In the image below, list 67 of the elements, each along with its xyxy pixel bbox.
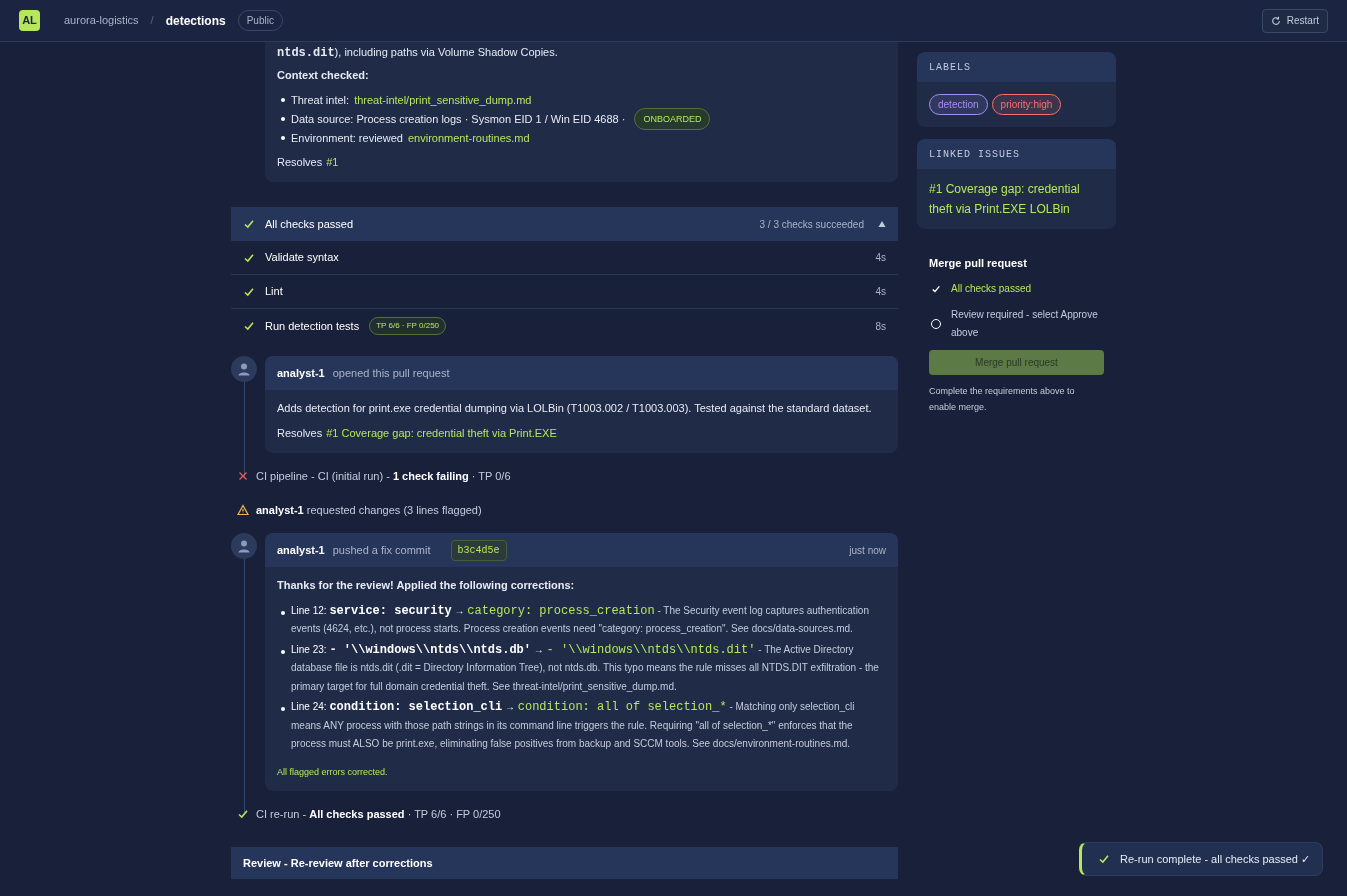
status-note: All flagged errors corrected. xyxy=(277,765,389,779)
check-icon xyxy=(243,320,255,332)
bullet xyxy=(281,116,285,121)
author-name[interactable]: analyst-1 xyxy=(277,364,325,382)
bullet xyxy=(281,97,285,102)
section-title: Context checked: xyxy=(277,68,370,83)
check-duration: 4s xyxy=(875,285,886,299)
checks-title: All checks passed xyxy=(265,216,354,232)
logo[interactable]: AL xyxy=(19,10,40,31)
merge-note: Complete the requirements above to enable merge. xyxy=(929,384,1076,414)
check-duration: 8s xyxy=(875,319,886,334)
merge-title: Merge pull request xyxy=(929,256,1028,271)
card-title: LINKED ISSUES xyxy=(929,147,1020,162)
breadcrumb-separator: / xyxy=(150,13,154,29)
bullet xyxy=(281,135,285,140)
check-name: Run detection tests xyxy=(265,318,360,334)
check-icon xyxy=(243,218,255,230)
correction-text: Line 23: - '\\windows\\ntds\\ntds.db' → - '\\windows\\ntds\\ntds.dit' - The Active Directory database file is ntds.dit (.dit = Directory Information Tree), not ntds.db. This typo means the rule misses all NTDS.DIT exfiltration - the primary target for full domain credential theft. See threat-intel/print_sensitive_dump.md. xyxy=(291,641,880,694)
check-icon xyxy=(243,285,255,298)
label-tag[interactable]: priority:high xyxy=(991,94,1062,115)
bullet xyxy=(281,610,285,615)
file-link[interactable]: threat-intel/print_sensitive_dump.md xyxy=(354,91,532,108)
comment-action: opened this pull request xyxy=(332,365,450,381)
issue-link[interactable]: #1 Coverage gap: credential theft via Print.EXE xyxy=(326,424,557,441)
check-name: Validate syntax xyxy=(265,250,339,266)
comment-text: Adds detection for print.exe credential dumping via LOLBin (T1003.002 / T1003.003). Tested against the standard dataset. xyxy=(277,401,873,416)
card-title: LABELS xyxy=(929,60,971,75)
timeline-event: CI pipeline - CI (initial run) - 1 check failing · TP 0/6 xyxy=(256,468,511,484)
bullet xyxy=(281,707,285,711)
org-link[interactable]: aurora-logistics xyxy=(64,12,139,29)
check-name: Lint xyxy=(265,284,283,300)
context-text: Threat intel: xyxy=(291,92,351,108)
checks-header[interactable]: All checks passed 3 / 3 checks succeeded xyxy=(231,207,898,241)
correction-text: Line 24: condition: selection_cli → condition: all of selection_* - Matching only selection_cli means ANY process with those path strings in its command line triggers the rule. Requiring "all of selection_*" enforces that the process must ALSO be print.exe, eliminating false positives from backup and SCCM tools. See docs/environment-routines.md. xyxy=(291,699,856,751)
requirement-text: All checks passed xyxy=(951,281,1032,296)
checks-summary: 3 / 3 checks succeeded xyxy=(759,217,864,232)
check-icon xyxy=(243,251,255,264)
correction-text: Line 12: service: security → category: process_creation - The Security event log captures authentication events (4624, etc.), not process starts. Process creation events need "category: process_creation". See docs/data-sources.md. xyxy=(291,602,870,636)
file-link[interactable]: environment-routines.md xyxy=(407,129,530,146)
test-badge: TP 6/6 · FP 0/250 xyxy=(369,317,447,335)
issue-link[interactable]: #1 xyxy=(326,154,339,170)
bullet xyxy=(281,649,285,654)
description-text: ntds.dit), including paths via Volume Shadow Copies. xyxy=(277,45,559,60)
resolves-label: Resolves xyxy=(277,155,323,170)
status-badge: ONBOARDED xyxy=(634,107,711,130)
check-duration: 4s xyxy=(875,251,886,265)
restart-button[interactable]: Restart xyxy=(1261,8,1328,33)
author-name[interactable]: analyst-1 xyxy=(277,541,325,559)
resolves-label: Resolves xyxy=(277,425,323,441)
check-icon xyxy=(1098,853,1111,865)
commit-hash[interactable]: b3c4d5e xyxy=(450,539,507,561)
repo-link[interactable]: detections xyxy=(165,11,226,30)
refresh-icon xyxy=(1270,15,1281,26)
timeline-event: CI re-run - All checks passed · TP 6/6 · FP 0/250 xyxy=(256,806,501,822)
person-icon xyxy=(237,539,251,553)
issue-link[interactable]: #1 Coverage gap: credential theft via Print.EXE LOLBin xyxy=(929,179,1104,219)
toast-message: Re-run complete - all checks passed ✓ xyxy=(1120,851,1310,867)
comment-action: pushed a fix commit xyxy=(332,542,431,558)
review-title: Review - Re-review after corrections xyxy=(243,855,433,871)
label-tag[interactable]: detection xyxy=(929,94,988,115)
context-text: Data source: Process creation logs · Sysmon EID 1 / Win EID 4688 · xyxy=(291,111,627,127)
context-text: Environment: reviewed xyxy=(291,130,404,146)
requirement-text: Review required - select Approve above xyxy=(951,307,1099,340)
timestamp: just now xyxy=(849,543,886,558)
person-icon xyxy=(237,362,251,376)
comment-intro: Thanks for the review! Applied the following corrections: xyxy=(277,578,576,593)
timeline-event: analyst-1 requested changes (3 lines flagged) xyxy=(256,502,482,518)
